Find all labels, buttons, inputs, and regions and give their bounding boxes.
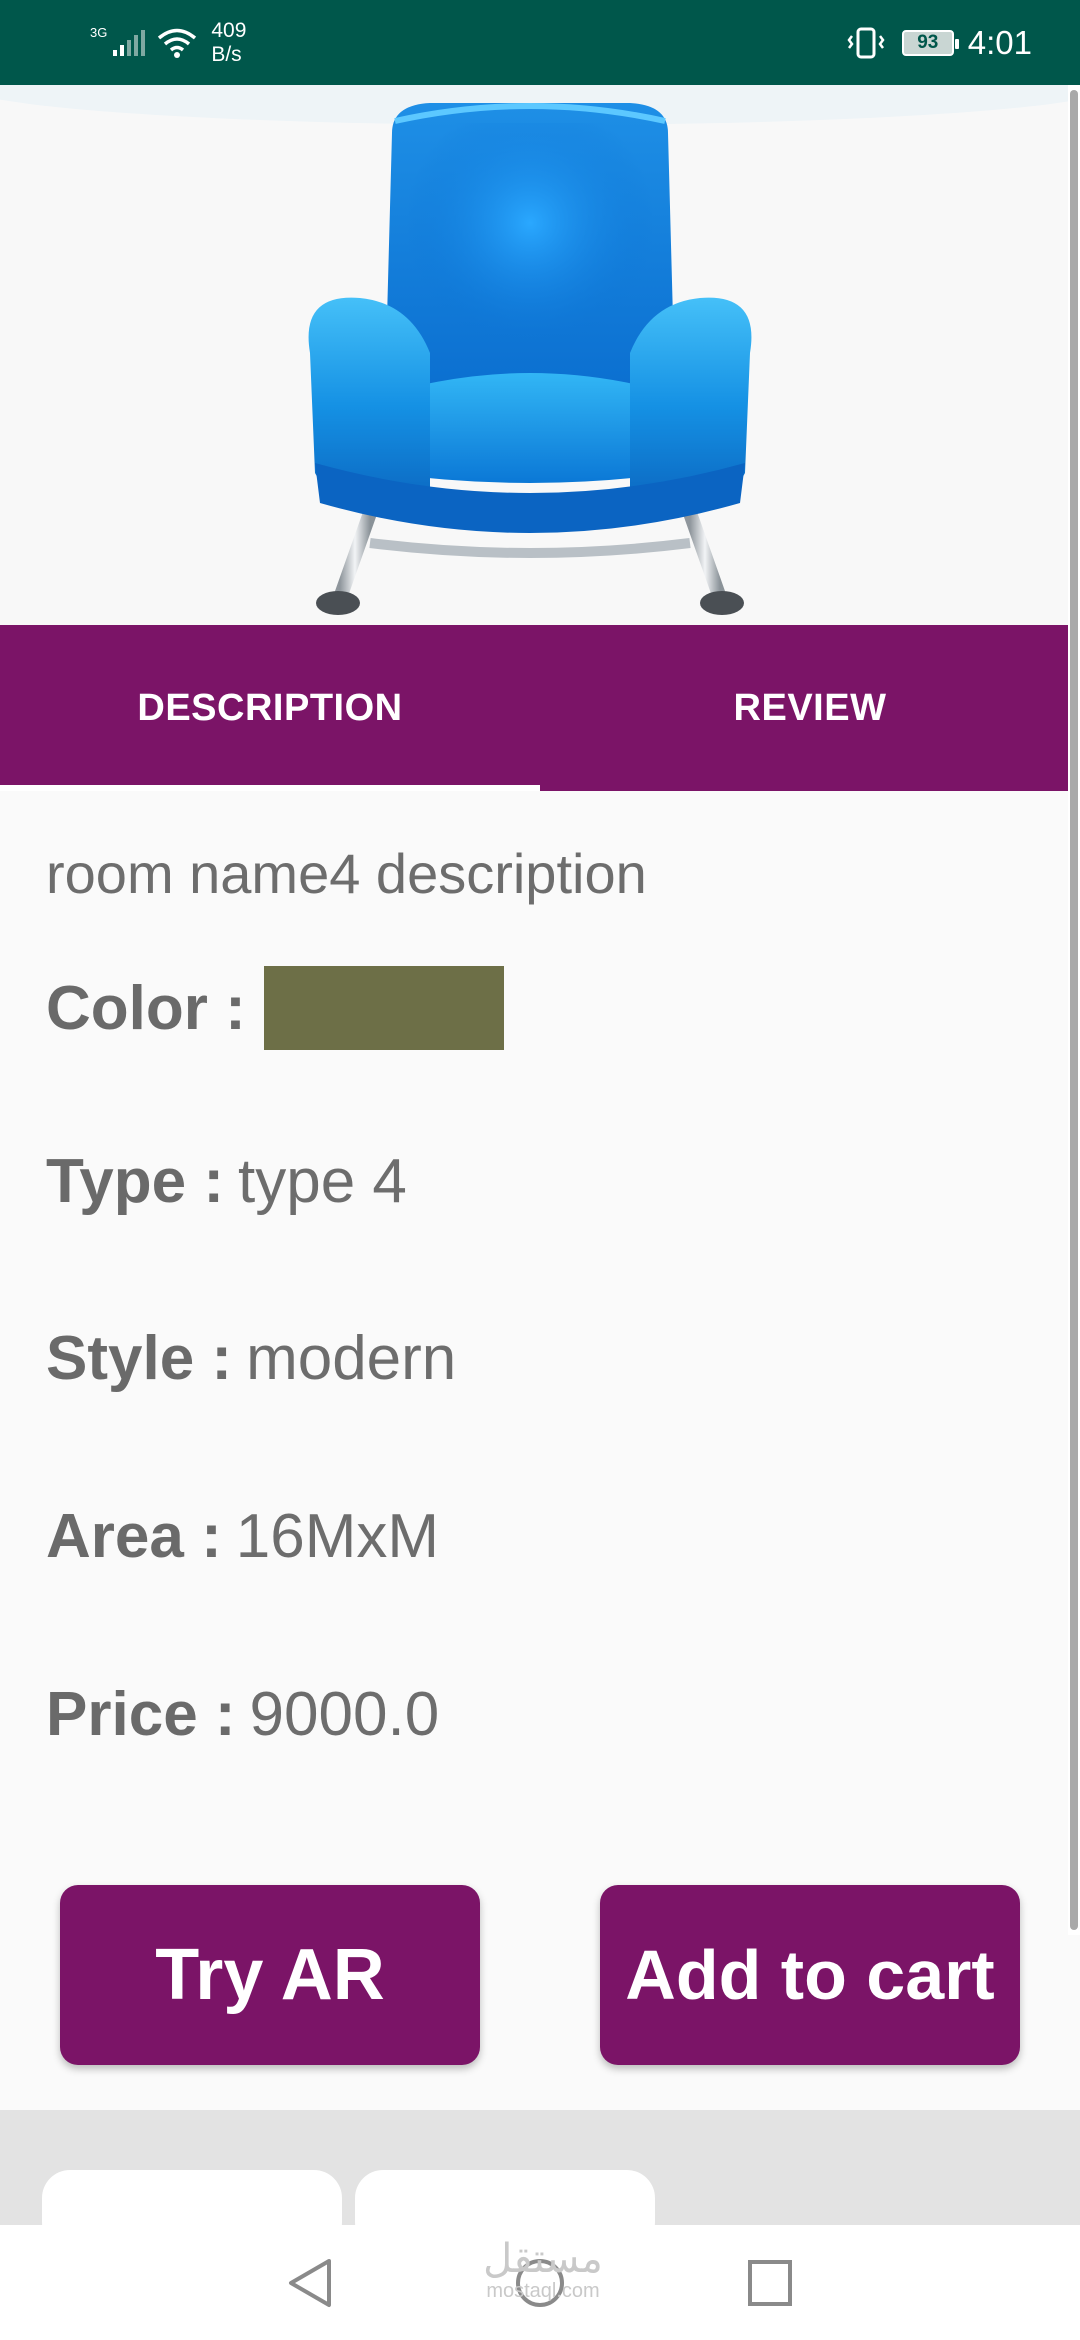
add-to-cart-button[interactable]: Add to cart <box>600 1885 1020 2065</box>
type-row: Type : type 4 <box>46 1146 407 1217</box>
wifi-icon <box>158 28 197 58</box>
speed-value: 409 <box>211 19 247 42</box>
price-value: 9000.0 <box>249 1680 440 1749</box>
color-label: Color : <box>46 973 246 1043</box>
type-label: Type : <box>46 1147 224 1216</box>
speed-unit: B/s <box>211 43 242 66</box>
product-description: room name4 description <box>46 842 647 905</box>
armchair-image <box>308 103 752 615</box>
color-swatch <box>263 966 504 1050</box>
vibrate-icon <box>847 27 885 59</box>
scrollbar-thumb[interactable] <box>1070 90 1078 1930</box>
style-label: Style : <box>46 1324 233 1393</box>
price-row: Price : 9000.0 <box>46 1679 439 1750</box>
product-image-area <box>0 85 1080 625</box>
area-row: Area : 16MxM <box>46 1501 439 1572</box>
signal-icon <box>113 30 146 56</box>
color-row: Color : <box>46 966 504 1050</box>
tab-bar: DESCRIPTION REVIEW <box>0 625 1068 791</box>
tab-description[interactable]: DESCRIPTION <box>0 625 540 791</box>
tab-review[interactable]: REVIEW <box>540 625 1080 791</box>
watermark-latin: mostaql.com <box>486 2280 600 2302</box>
network-speed: 409 B/s <box>211 19 246 67</box>
watermark-arabic: مستقل <box>483 2236 603 2282</box>
status-bar: 3G 409 B/s 93 4:01 <box>0 0 1080 85</box>
back-icon[interactable] <box>285 2255 335 2311</box>
type-value: type 4 <box>237 1147 407 1216</box>
recents-icon[interactable] <box>745 2255 795 2311</box>
area-value: 16MxM <box>235 1502 440 1571</box>
try-ar-button[interactable]: Try AR <box>60 1885 480 2065</box>
battery-indicator: 93 <box>901 30 959 56</box>
style-value: modern <box>246 1324 457 1393</box>
watermark: مستقل mostaql.com <box>468 2238 618 2302</box>
network-type: 3G <box>90 25 108 40</box>
tab-indicator <box>0 785 540 791</box>
status-left: 3G 409 B/s <box>90 18 246 68</box>
status-right: 93 4:01 <box>846 20 1032 66</box>
area-label: Area : <box>46 1502 222 1571</box>
clock: 4:01 <box>967 24 1032 61</box>
style-row: Style : modern <box>46 1323 456 1394</box>
price-label: Price : <box>46 1680 236 1749</box>
